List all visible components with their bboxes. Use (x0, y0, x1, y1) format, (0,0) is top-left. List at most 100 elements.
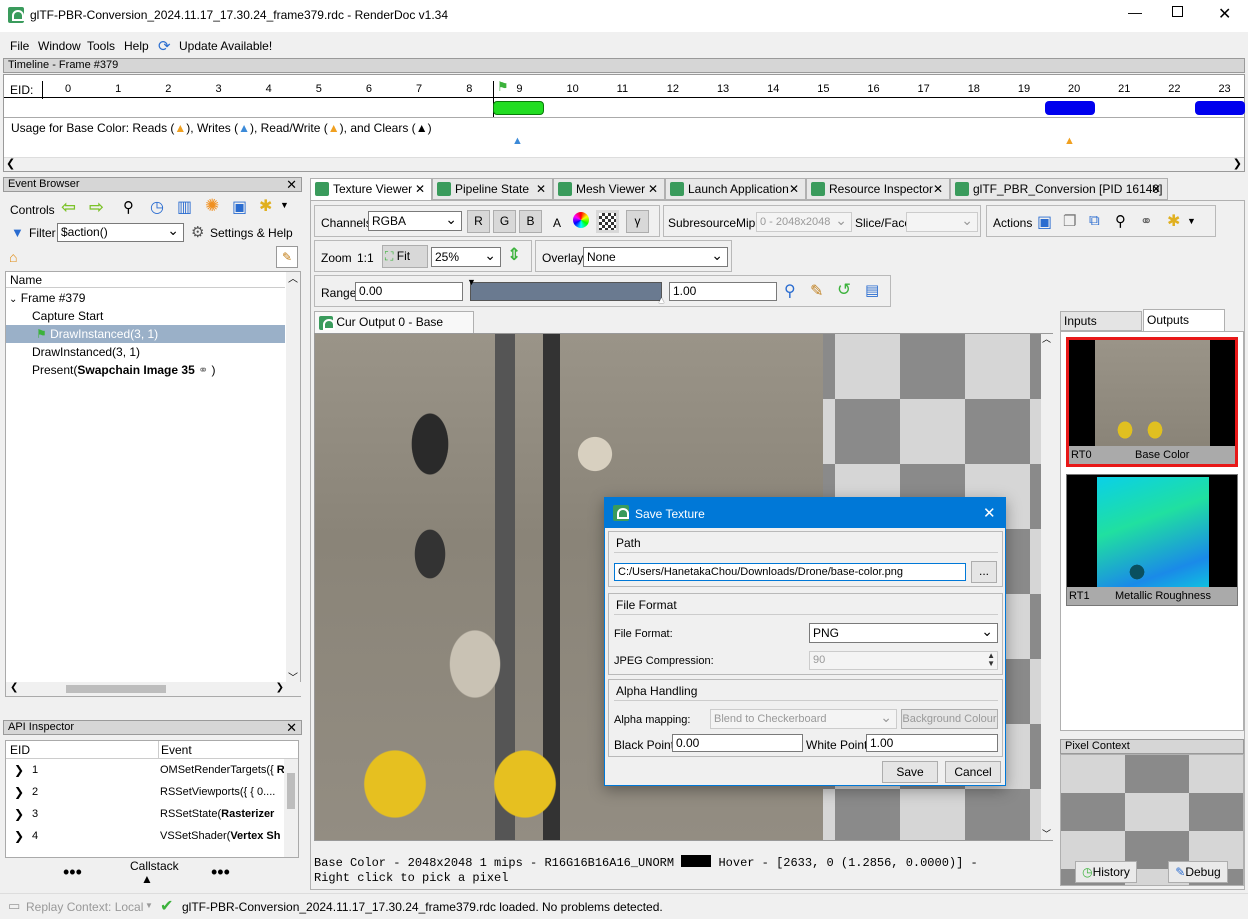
zoom-range-icon[interactable]: ⚲ (784, 281, 796, 301)
expand-icon[interactable]: ▲ (141, 872, 153, 886)
overlay-select[interactable]: None (583, 246, 728, 267)
close-icon[interactable]: ✕ (933, 179, 943, 199)
stats-icon[interactable]: ▥ (177, 197, 192, 217)
stepper-icon[interactable]: ▲ ▼ (987, 652, 995, 668)
outputs-tab[interactable]: Outputs (1143, 309, 1225, 331)
dropdown-icon[interactable]: ▼ (280, 200, 289, 210)
more-right-icon[interactable]: ••• (211, 862, 230, 883)
browse-button[interactable]: ... (971, 561, 997, 583)
tree-item-frame[interactable]: ⌄ Frame #379 (6, 289, 85, 307)
extensions-icon[interactable]: ✱ (259, 196, 272, 216)
tab-pipeline-state[interactable]: Pipeline State ✕ (432, 178, 553, 200)
green-channel-toggle[interactable]: G (493, 210, 516, 233)
close-icon[interactable]: ✕ (415, 179, 425, 199)
scroll-left-icon[interactable]: ❮ (10, 682, 18, 693)
save-texture-icon[interactable]: ▣ (1037, 212, 1052, 232)
scroll-down-icon[interactable]: ﹀ (1042, 827, 1051, 840)
zoom-1to1-button[interactable]: 1:1 (357, 251, 374, 265)
api-row-resource[interactable]: Rasterizer (221, 808, 274, 820)
column-header[interactable]: Name (6, 272, 285, 288)
present-resource[interactable]: Swapchain Image 35 (77, 363, 194, 377)
path-input[interactable]: C:/Users/HanetakaChou/Downloads/Drone/ba… (614, 563, 966, 581)
timeline-bar-blue-20[interactable] (1045, 101, 1095, 115)
scroll-thumb[interactable] (66, 685, 166, 693)
menu-tools[interactable]: Tools (87, 39, 115, 53)
chevron-right-icon[interactable]: ❯ (14, 759, 24, 781)
jpeg-quality-stepper[interactable]: 90 ▲ ▼ (809, 651, 998, 670)
link-icon[interactable]: ⚭ (195, 363, 212, 377)
copy-icon[interactable]: ❐ (1063, 212, 1076, 230)
tree-item-capture-start[interactable]: Capture Start (6, 307, 103, 325)
canvas-vscrollbar[interactable]: ︿ ﹀ (1041, 334, 1053, 840)
find-usage-icon[interactable]: ⚲ (1115, 212, 1126, 230)
save-button[interactable]: Save (882, 761, 938, 783)
menu-update[interactable]: Update Available! (179, 39, 272, 53)
api-row-resource[interactable]: Vertex Sh (230, 830, 280, 842)
close-window-button[interactable]: ✕ (1218, 4, 1231, 24)
link-icon[interactable]: ⚭ (1140, 212, 1153, 230)
red-channel-toggle[interactable]: R (467, 210, 490, 233)
tab-launch-application[interactable]: Launch Application ✕ (665, 178, 806, 200)
chevron-right-icon[interactable]: ❯ (14, 825, 24, 847)
settings-help-button[interactable]: Settings & Help (210, 226, 293, 240)
history-button[interactable]: ◷History (1075, 861, 1137, 883)
save-icon[interactable]: ▣ (232, 197, 247, 217)
dropdown-icon[interactable]: ▼ (145, 901, 153, 910)
api-row[interactable]: ❯ 4 VSSetShader(Vertex Sh (6, 825, 286, 847)
scroll-right-icon[interactable]: ❯ (1233, 157, 1242, 170)
menu-help[interactable]: Help (124, 39, 149, 53)
black-point-input[interactable]: 0.00 (672, 734, 803, 752)
tree-vscrollbar[interactable]: ︿ ﹀ (286, 270, 300, 684)
api-row[interactable]: ❯ 2 RSSetViewports({ { 0.... (6, 781, 286, 803)
menu-file[interactable]: File (10, 39, 29, 53)
maximize-button[interactable] (1172, 6, 1183, 17)
api-row[interactable]: ❯ 1 OMSetRenderTargets({ R (6, 759, 286, 781)
close-icon[interactable]: ✕ (789, 179, 799, 199)
scroll-up-icon[interactable]: ︿ (288, 270, 298, 285)
api-scrollbar[interactable] (284, 759, 298, 857)
dialog-close-icon[interactable]: ✕ (983, 504, 996, 522)
close-icon[interactable]: ✕ (1151, 179, 1161, 199)
checkerboard-toggle[interactable] (596, 210, 619, 233)
home-icon[interactable]: ⌂ (9, 249, 17, 265)
menu-window[interactable]: Window (38, 39, 81, 53)
rt0-thumbnail[interactable]: RT0 Base Color (1066, 337, 1238, 467)
bookmark-icon[interactable]: ✺ (205, 196, 219, 216)
open-icon[interactable]: ⧉ (1089, 212, 1100, 229)
close-icon[interactable]: ✕ (286, 721, 297, 734)
range-histogram[interactable] (470, 282, 662, 301)
timer-icon[interactable]: ◷ (150, 197, 164, 217)
tree-item-present[interactable]: Present(Swapchain Image 35 ⚭ ) (6, 361, 215, 379)
rt1-thumbnail[interactable]: RT1 Metallic Roughness (1066, 474, 1238, 606)
debug-button[interactable]: ✎Debug (1168, 861, 1228, 883)
alpha-channel-toggle[interactable]: A (553, 216, 561, 230)
tab-texture-viewer[interactable]: Texture Viewer ✕ (310, 178, 432, 200)
zoom-select[interactable]: 25% (431, 246, 501, 267)
range-min-handle[interactable]: ▼ (467, 277, 476, 287)
scroll-right-icon[interactable]: ❯ (276, 682, 284, 693)
channels-select[interactable]: RGBA (368, 210, 462, 231)
close-icon[interactable]: ✕ (648, 179, 658, 199)
alpha-mapping-select[interactable]: Blend to Checkerboard (710, 708, 897, 729)
format-select[interactable]: PNG (809, 622, 998, 643)
tree-hscrollbar[interactable]: ❮ ❯ (6, 682, 302, 696)
tab-gltf-pbr-conversion-pid-16140[interactable]: glTF_PBR_Conversion [PID 16140] ✕ (950, 178, 1168, 200)
timeline-bar-green[interactable] (493, 101, 544, 115)
reset-range-icon[interactable]: ↺ (837, 280, 851, 300)
gamma-toggle[interactable]: γ (626, 210, 649, 233)
close-icon[interactable]: ✕ (286, 178, 297, 191)
extensions-icon[interactable]: ✱ (1167, 211, 1180, 231)
close-icon[interactable]: ✕ (536, 179, 546, 199)
range-max-handle[interactable]: ▲ (657, 295, 666, 305)
replay-context[interactable]: Replay Context: Local (26, 900, 143, 914)
slice-select[interactable] (906, 211, 978, 232)
minimize-button[interactable]: — (1128, 4, 1142, 20)
texture-tab[interactable]: Cur Output 0 - Base Color (314, 311, 474, 349)
timeline-bar-blue-23[interactable] (1195, 101, 1245, 115)
inputs-tab[interactable]: Inputs (1060, 311, 1142, 331)
color-wheel-icon[interactable] (573, 212, 589, 228)
tab-mesh-viewer[interactable]: Mesh Viewer ✕ (553, 178, 665, 200)
chevron-right-icon[interactable]: ❯ (14, 803, 24, 825)
tab-resource-inspector[interactable]: Resource Inspector ✕ (806, 178, 950, 200)
tree-item-draw-selected[interactable]: ⚑ DrawInstanced(3, 1) (6, 325, 285, 343)
